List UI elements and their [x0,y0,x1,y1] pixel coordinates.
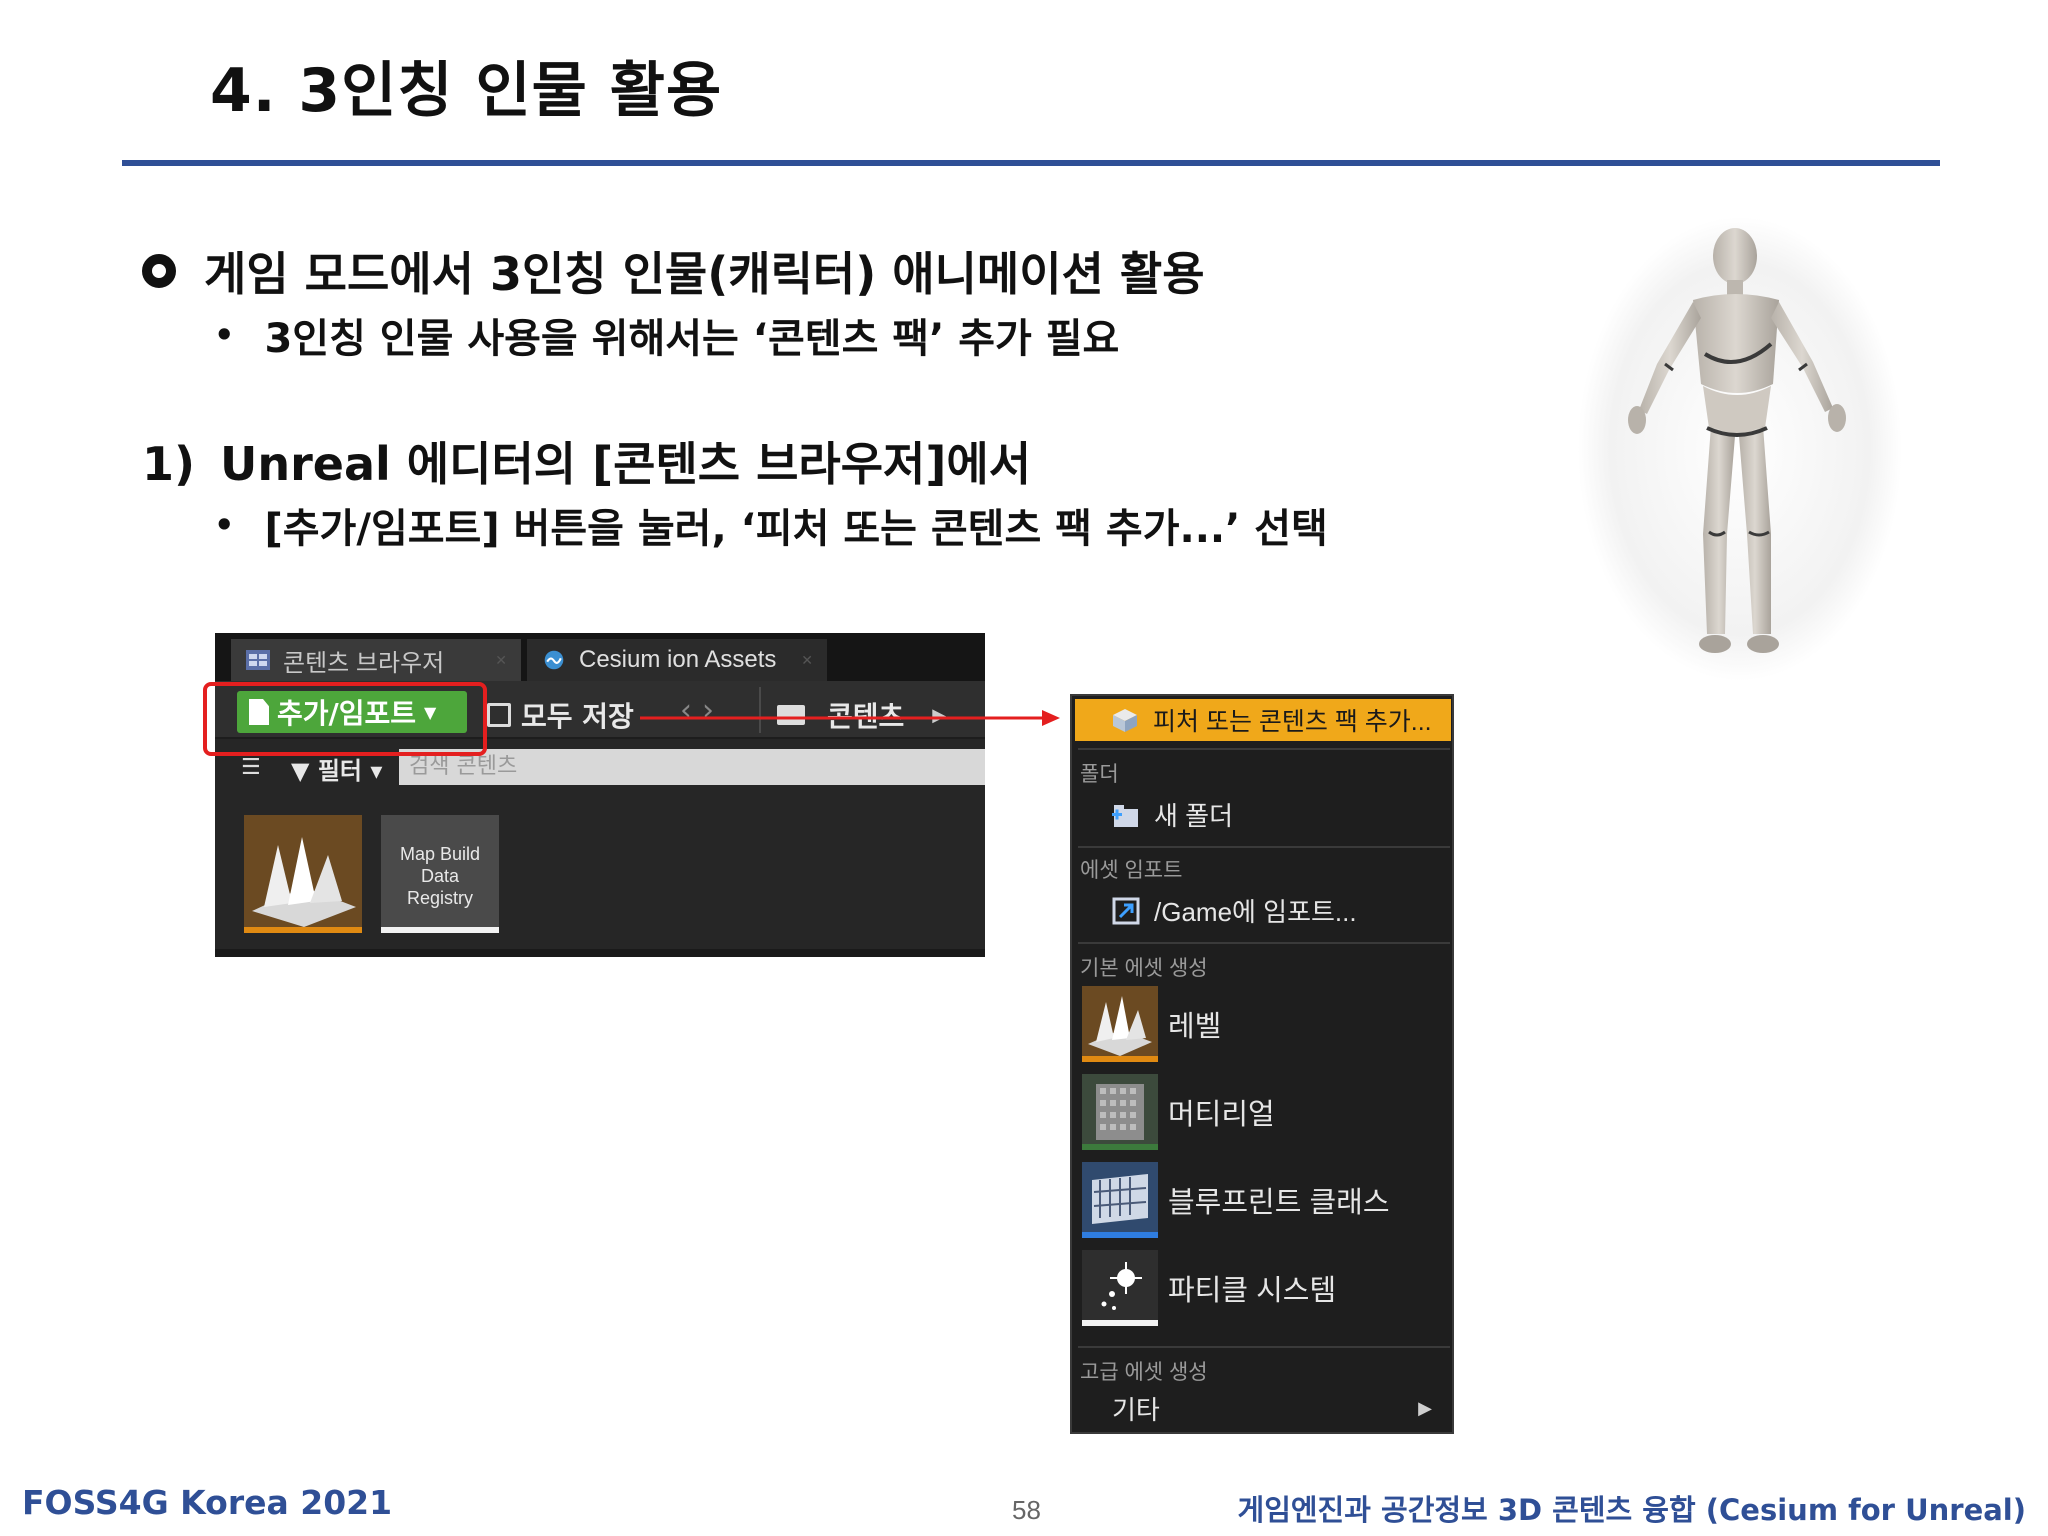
asset-label-line: Data [420,866,460,886]
dot-bullet-icon: • [214,506,235,544]
menu-item-label: /Game에 임포트... [1154,897,1357,927]
footer-talk-title: 게임엔진과 공간정보 3D 콘텐츠 융합 (Cesium for Unreal) [1237,1493,2026,1527]
save-disk-icon [487,703,511,727]
particle-system-icon [1082,1250,1158,1326]
menu-section-header: 폴더 [1080,763,1119,786]
dot-bullet-icon: • [214,316,235,354]
funnel-icon: ▼ [291,757,310,785]
menu-item-label: 파티클 시스템 [1168,1275,1337,1307]
caret-down-icon: ▾ [362,757,383,785]
highlight-box [203,682,487,756]
step-1-text: Unreal 에디터의 [콘텐츠 브라우저]에서 [220,437,1032,491]
pointer-arrow-icon [640,710,1060,726]
asset-type-strip [1082,1144,1158,1150]
menu-item-label: 새 폴더 [1154,801,1233,831]
step-1: 1) Unreal 에디터의 [콘텐츠 브라우저]에서 [142,428,1031,494]
menu-item-label: 레벨 [1168,1011,1222,1043]
cesium-icon [544,650,564,670]
main-bullet: 게임 모드에서 3인칭 인물(캐릭터) 애니메이션 활용 [142,238,1205,304]
asset-label-line: Map Build [399,844,481,864]
asset-tile-map-build-data-registry[interactable]: Map Build Data Registry [381,815,499,933]
page-number: 58 [1012,1495,1041,1525]
mannequin-image [1575,214,1905,684]
close-icon[interactable]: ✕ [495,652,507,669]
ring-bullet-icon [142,254,176,288]
content-browser-tab-bar: 콘텐츠 브라우저 ✕ Cesium ion Assets ✕ [215,633,985,681]
menu-item-material[interactable]: 머티리얼 [1082,1074,1275,1150]
menu-item-particle-system[interactable]: 파티클 시스템 [1082,1250,1336,1326]
menu-separator [1078,748,1450,750]
sub-bullet-1: • 3인칭 인물 사용을 위해서는 ‘콘텐츠 팩’ 추가 필요 [214,306,1119,364]
asset-type-strip [244,927,362,933]
menu-item-label: 머티리얼 [1168,1099,1275,1131]
save-all-label: 모두 저장 [521,700,634,733]
menu-separator [1078,942,1450,944]
import-icon [1112,897,1140,924]
level-thumbnail-icon [252,837,356,927]
asset-type-strip [1082,1320,1158,1326]
main-bullet-text: 게임 모드에서 3인칭 인물(캐릭터) 애니메이션 활용 [204,247,1205,301]
menu-section-header: 에셋 임포트 [1080,859,1183,882]
menu-item-other[interactable]: 기타 ▶ [1112,1390,1442,1427]
asset-type-strip [381,927,499,933]
filter-button[interactable]: ▼ 필터 ▾ [291,751,382,786]
tab-content-browser-label: 콘텐츠 브라우저 [283,649,445,677]
menu-item-blueprint-class[interactable]: 블루프린트 클래스 [1082,1162,1390,1238]
level-icon [1082,986,1158,1062]
menu-item-new-folder[interactable]: 새 폴더 [1112,796,1233,833]
sub-bullet-2-text: [추가/임포트] 버튼을 눌러, ‘피처 또는 콘텐츠 팩 추가...’ 선택 [264,506,1328,552]
blueprint-icon [1082,1162,1158,1238]
menu-item-label: 블루프린트 클래스 [1168,1187,1390,1219]
new-folder-icon [1112,804,1138,827]
menu-item-level[interactable]: 레벨 [1082,986,1221,1062]
menu-section-header: 기본 에셋 생성 [1080,957,1208,980]
asset-tile-level[interactable] [244,815,362,933]
sub-bullet-2: • [추가/임포트] 버튼을 눌러, ‘피처 또는 콘텐츠 팩 추가...’ 선… [214,496,1328,554]
slide-title: 4. 3인칭 인물 활용 [210,56,723,126]
asset-label-line: Registry [406,888,473,908]
menu-item-import-to-game[interactable]: /Game에 임포트... [1112,892,1357,929]
menu-item-label: 기타 [1112,1395,1160,1425]
close-icon[interactable]: ✕ [801,652,813,669]
content-browser-bottom-edge [215,949,985,957]
filter-label: 필터 [317,757,362,785]
menu-top-label: 피처 또는 콘텐츠 팩 추가... [1153,708,1432,736]
menu-separator [1078,1346,1450,1348]
save-all-button[interactable]: 모두 저장 [487,695,634,735]
material-icon [1082,1074,1158,1150]
asset-type-strip [1082,1056,1158,1062]
package-icon [1113,709,1137,732]
footer-event-name: FOSS4G Korea 2021 [22,1483,393,1522]
menu-separator [1078,846,1450,848]
title-divider [122,160,1940,166]
tab-cesium-label: Cesium ion Assets [579,646,777,673]
sub-bullet-1-text: 3인칭 인물 사용을 위해서는 ‘콘텐츠 팩’ 추가 필요 [264,316,1120,362]
tab-cesium-ion-assets[interactable]: Cesium ion Assets ✕ [527,639,827,681]
tab-content-browser[interactable]: 콘텐츠 브라우저 ✕ [231,639,521,681]
menu-section-header: 고급 에셋 생성 [1080,1361,1208,1384]
menu-item-add-feature-or-content-pack[interactable]: 피처 또는 콘텐츠 팩 추가... [1075,699,1451,741]
mannequin-figure-icon [1578,217,1902,681]
content-browser-icon [246,650,270,670]
search-placeholder: 검색 콘텐츠 [409,754,518,779]
add-import-dropdown-menu: 피처 또는 콘텐츠 팩 추가... 폴더 새 폴더 에셋 임포트 /Game에 … [1070,694,1454,1434]
search-input[interactable]: 검색 콘텐츠 [399,749,985,785]
submenu-arrow-icon: ▶ [1418,1398,1432,1418]
step-1-number: 1) [142,437,196,491]
sources-panel-toggle-icon[interactable]: ☰ [241,755,271,781]
asset-type-strip [1082,1232,1158,1238]
